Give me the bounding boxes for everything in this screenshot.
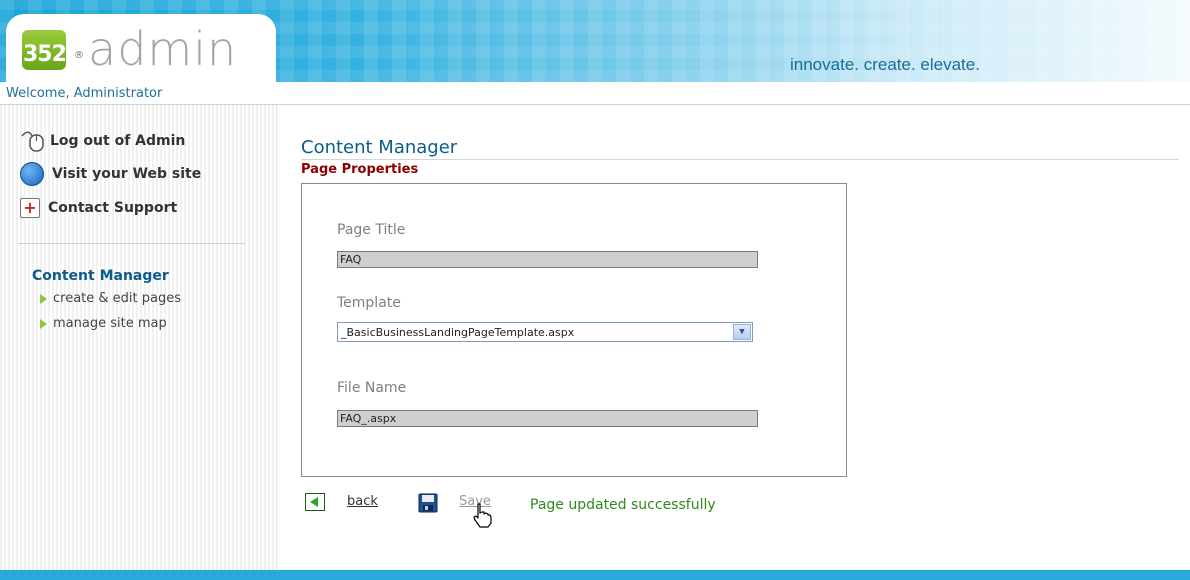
back-arrow-icon[interactable] [305,493,325,511]
floppy-disk-icon[interactable] [418,493,438,513]
page-subtitle: Page Properties [301,162,419,177]
triangle-right-icon [40,293,47,304]
logo-registered-mark: ® [74,50,84,61]
sidebar-divider [18,243,245,244]
tagline: innovate. create. elevate. [790,55,980,74]
sidebar-item-label: create & edit pages [53,291,182,306]
sidebar-item-create-edit-pages[interactable]: create & edit pages [40,291,181,306]
status-message: Page updated successfully [530,497,716,513]
page-title: Content Manager [301,137,458,158]
logout-link[interactable]: Log out of Admin [20,129,185,153]
header-banner: 352 ® admin innovate. create. elevate. [0,0,1190,84]
plus-icon: + [20,198,40,218]
visit-site-link[interactable]: Visit your Web site [20,162,201,186]
footer-bar [0,570,1190,580]
chevron-down-icon[interactable]: ▼ [733,324,751,340]
page-title-label: Page Title [337,222,406,238]
logo-text: admin [88,22,238,76]
logout-label: Log out of Admin [50,133,186,149]
welcome-bar [0,84,1190,105]
template-label: Template [337,295,401,311]
sidebar-item-label: manage site map [53,316,167,331]
template-select[interactable]: _BasicBusinessLandingPageTemplate.aspx ▼ [337,322,753,342]
globe-icon [20,162,44,186]
logo-number: 352 [23,42,67,67]
contact-support-label: Contact Support [48,200,178,216]
hand-pointer-icon [470,502,494,528]
mouse-icon [20,130,44,152]
sidebar-item-manage-site-map[interactable]: manage site map [40,316,167,331]
visit-site-label: Visit your Web site [52,166,202,182]
file-name-input[interactable] [337,410,758,427]
sidebar-section-title: Content Manager [32,268,169,284]
template-select-value: _BasicBusinessLandingPageTemplate.aspx [341,326,575,339]
triangle-right-icon [40,318,47,329]
title-divider [301,159,1179,160]
back-link[interactable]: back [347,494,378,509]
page-title-input[interactable] [337,251,758,268]
welcome-text: Welcome, Administrator [6,86,163,101]
file-name-label: File Name [337,380,407,396]
contact-support-link[interactable]: + Contact Support [20,196,177,220]
